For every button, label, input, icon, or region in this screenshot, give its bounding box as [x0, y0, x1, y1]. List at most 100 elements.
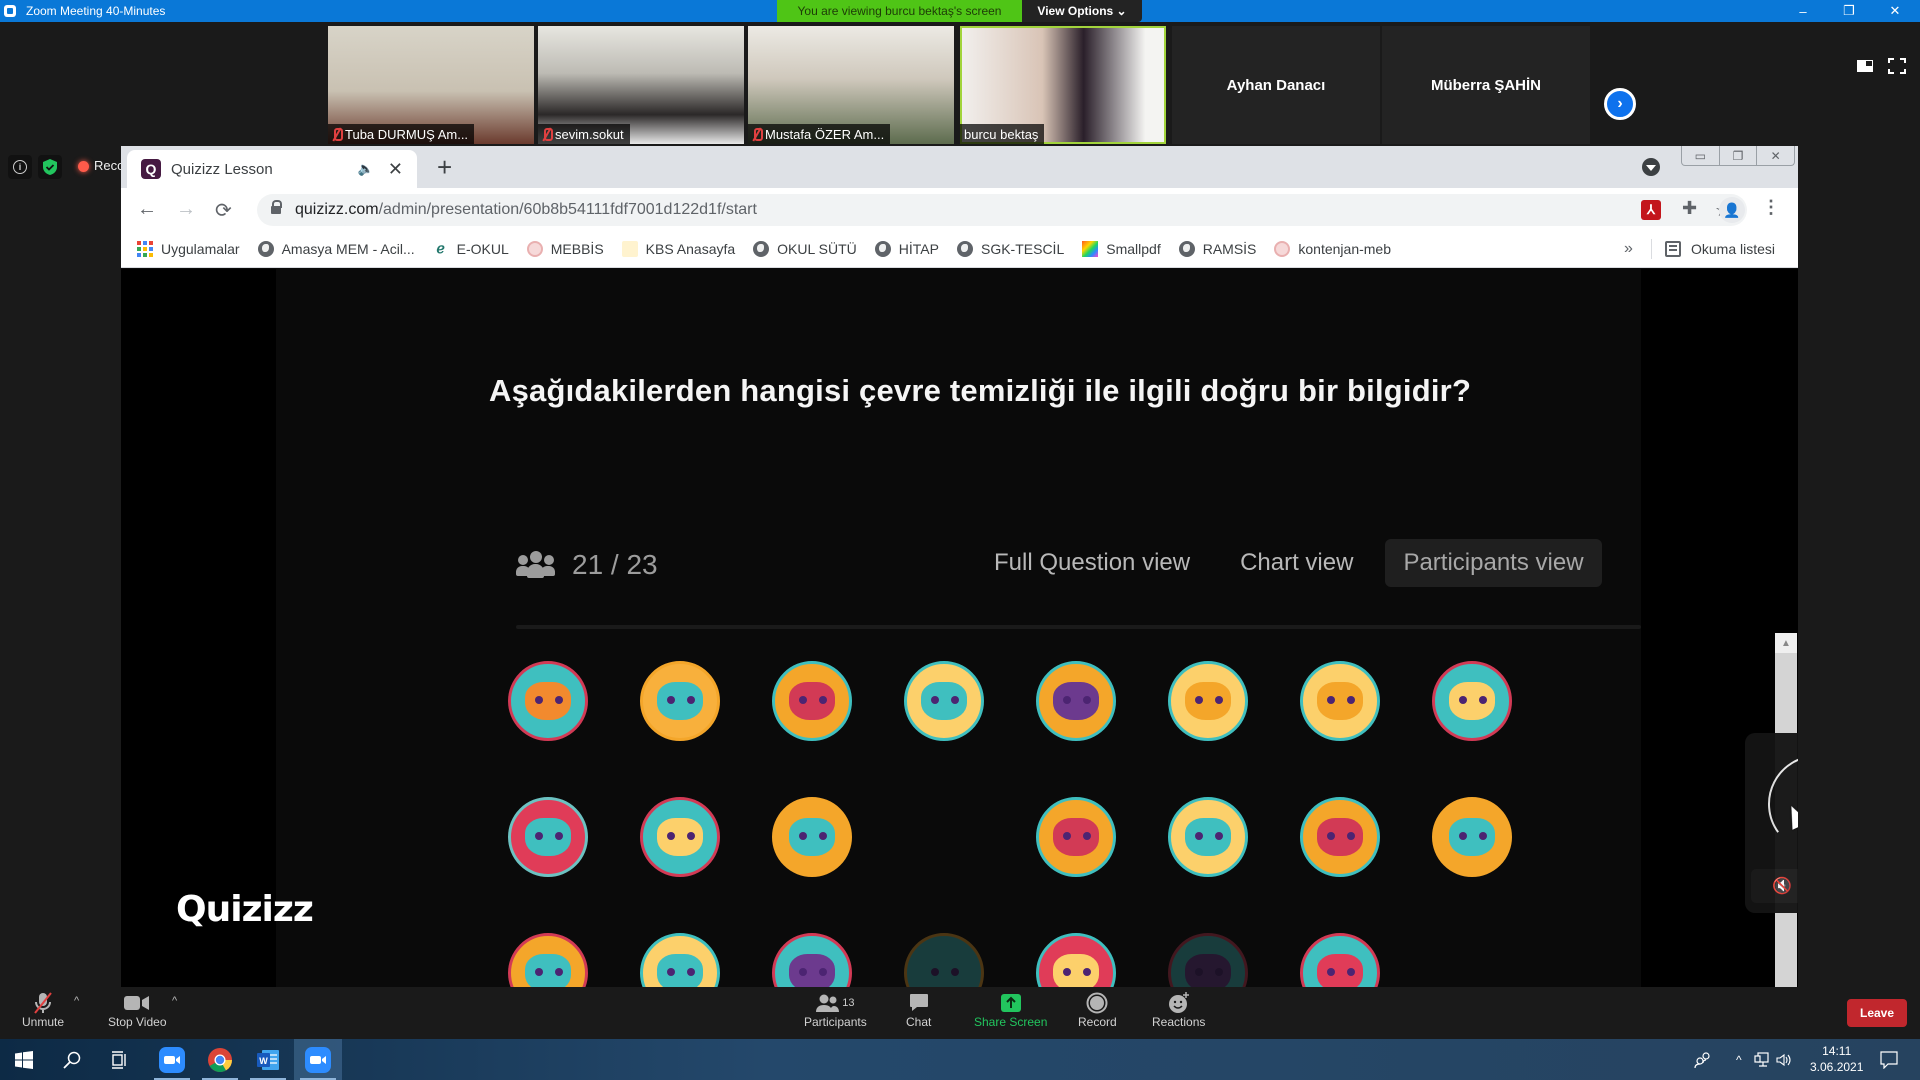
tab-search-button[interactable] — [1642, 158, 1660, 176]
people-icon[interactable] — [1694, 1039, 1712, 1080]
leave-meeting-button[interactable]: Leave — [1847, 999, 1907, 1027]
share-screen-button[interactable]: Share Screen — [974, 991, 1047, 1029]
reactions-button[interactable]: Reactions — [1152, 991, 1205, 1029]
taskbar-zoom-meeting[interactable] — [294, 1039, 342, 1080]
mute-music-button[interactable]: 🔇 — [1751, 869, 1798, 903]
video-tile[interactable]: Müberra ŞAHİN — [1382, 26, 1590, 144]
zoom-app-icon — [159, 1046, 185, 1073]
show-hidden-icons-button[interactable]: ^ — [1736, 1039, 1742, 1080]
participant-avatar[interactable] — [772, 933, 852, 987]
participants-button[interactable]: 13 Participants — [804, 991, 867, 1029]
browser-close-button[interactable]: ✕ — [1757, 146, 1794, 165]
avatar-character — [1053, 818, 1099, 856]
close-window-button[interactable]: ✕ — [1872, 0, 1918, 22]
tab-participants-view[interactable]: Participants view — [1385, 539, 1602, 587]
bookmark-apps[interactable]: Uygulamalar — [137, 240, 240, 257]
tab-chart-view[interactable]: Chart view — [1222, 539, 1371, 587]
participant-avatar[interactable] — [772, 797, 852, 877]
extensions-puzzle-icon[interactable]: ✚ — [1682, 198, 1702, 218]
speaker-view-icon[interactable] — [1856, 58, 1874, 74]
avatar-eye — [1327, 968, 1335, 976]
bookmark-e-okul[interactable]: ℯ E-OKUL — [433, 240, 508, 257]
bookmark-okul-sutu[interactable]: OKUL SÜTÜ — [753, 240, 857, 257]
action-center-button[interactable] — [1880, 1039, 1898, 1080]
bookmark-amasya-mem[interactable]: Amasya MEM - Acil... — [257, 240, 415, 257]
more-bookmarks-button[interactable]: » — [1624, 240, 1633, 258]
participant-avatar[interactable] — [508, 797, 588, 877]
search-button[interactable] — [48, 1039, 96, 1080]
bookmark-smallpdf[interactable]: Smallpdf — [1082, 240, 1161, 257]
audio-options-caret[interactable]: ^ — [74, 995, 79, 1007]
address-bar[interactable]: quizizz.com/admin/presentation/60b8b5411… — [257, 194, 1747, 226]
video-tile[interactable]: sevim.sokut — [538, 26, 744, 144]
bookmark-ramsis[interactable]: RAMSİS — [1178, 240, 1256, 257]
meeting-info-button[interactable]: i — [8, 155, 32, 179]
participant-avatar[interactable] — [640, 933, 720, 987]
restore-button[interactable]: ❐ — [1826, 0, 1872, 22]
view-tabs: Full Question view Chart view Participan… — [976, 539, 1602, 587]
participant-avatar[interactable] — [1036, 797, 1116, 877]
browser-restore-button[interactable]: ❐ — [1720, 146, 1758, 165]
taskbar-zoom-app[interactable] — [148, 1039, 196, 1080]
start-button[interactable] — [0, 1039, 48, 1080]
unmute-button[interactable]: Unmute — [22, 991, 64, 1029]
security-button[interactable] — [38, 155, 62, 179]
network-icon[interactable] — [1754, 1039, 1770, 1080]
browser-minimize-button[interactable]: ▭ — [1682, 146, 1720, 165]
video-tile[interactable]: Ayhan Danacı — [1172, 26, 1380, 144]
participant-avatar[interactable] — [904, 933, 984, 987]
bookmark-kontenjan-meb[interactable]: kontenjan-meb — [1274, 240, 1391, 257]
tab-quizizz-lesson[interactable]: Q Quizizz Lesson 🔈 ✕ — [127, 150, 417, 188]
participant-avatar[interactable] — [1168, 661, 1248, 741]
participant-avatar[interactable] — [1300, 797, 1380, 877]
reload-button[interactable]: ⟳ — [215, 198, 232, 223]
taskbar-word[interactable]: W — [244, 1039, 292, 1080]
acrobat-extension-icon[interactable]: ⅄ — [1641, 200, 1661, 220]
participant-avatar[interactable] — [1168, 933, 1248, 987]
participant-avatar[interactable] — [508, 933, 588, 987]
participant-avatar[interactable] — [772, 661, 852, 741]
video-tile[interactable]: Mustafa ÖZER Am... — [748, 26, 954, 144]
view-options-button[interactable]: View Options ⌄ — [1022, 0, 1142, 22]
participant-avatar[interactable] — [1300, 933, 1380, 987]
participant-avatar[interactable] — [1432, 661, 1512, 741]
participant-avatar[interactable] — [1036, 933, 1116, 987]
stop-video-button[interactable]: Stop Video — [108, 991, 167, 1029]
lock-icon[interactable] — [271, 200, 282, 216]
taskbar-chrome[interactable] — [196, 1039, 244, 1080]
back-button[interactable]: ← — [137, 198, 157, 221]
fullscreen-icon[interactable] — [1888, 58, 1906, 74]
record-button[interactable]: Record — [1078, 991, 1117, 1029]
video-tile-active-speaker[interactable]: burcu bektaş — [960, 26, 1166, 144]
participant-avatar[interactable] — [640, 661, 720, 741]
task-view-button[interactable] — [96, 1039, 144, 1080]
new-tab-button[interactable]: + — [437, 154, 452, 180]
participant-avatar[interactable] — [1300, 661, 1380, 741]
scroll-up-arrow[interactable]: ▲ — [1775, 633, 1797, 653]
participant-avatar[interactable] — [1168, 797, 1248, 877]
participant-avatar[interactable] — [640, 797, 720, 877]
tab-audio-icon[interactable]: 🔈 — [358, 161, 374, 177]
tab-full-question-view[interactable]: Full Question view — [976, 539, 1208, 587]
participant-avatar[interactable] — [904, 661, 984, 741]
bookmark-sgk-tescil[interactable]: SGK-TESCİL — [956, 240, 1064, 257]
avatar-eye — [1215, 968, 1223, 976]
volume-icon[interactable] — [1776, 1039, 1792, 1080]
profile-avatar-icon[interactable]: 👤 — [1719, 197, 1745, 223]
participant-avatar[interactable] — [1036, 661, 1116, 741]
browser-menu-icon[interactable]: ⋮ — [1762, 197, 1782, 217]
reading-list-button[interactable]: Okuma listesi — [1665, 240, 1775, 257]
system-clock[interactable]: 14:11 3.06.2021 — [1810, 1043, 1863, 1075]
bookmark-kbs[interactable]: KBS Anasayfa — [621, 240, 735, 257]
participant-avatar[interactable] — [508, 661, 588, 741]
bookmark-mebbis[interactable]: MEBBİS — [526, 240, 604, 257]
participant-avatar[interactable] — [1432, 797, 1512, 877]
video-options-caret[interactable]: ^ — [172, 995, 177, 1007]
forward-button[interactable]: → — [176, 198, 196, 221]
chat-button[interactable]: Chat — [906, 991, 931, 1029]
next-page-button[interactable]: › — [1604, 88, 1636, 120]
close-tab-icon[interactable]: ✕ — [388, 159, 403, 180]
minimize-button[interactable]: – — [1780, 0, 1826, 22]
bookmark-hitap[interactable]: HİTAP — [874, 240, 939, 257]
video-tile[interactable]: Tuba DURMUŞ Am... — [328, 26, 534, 144]
